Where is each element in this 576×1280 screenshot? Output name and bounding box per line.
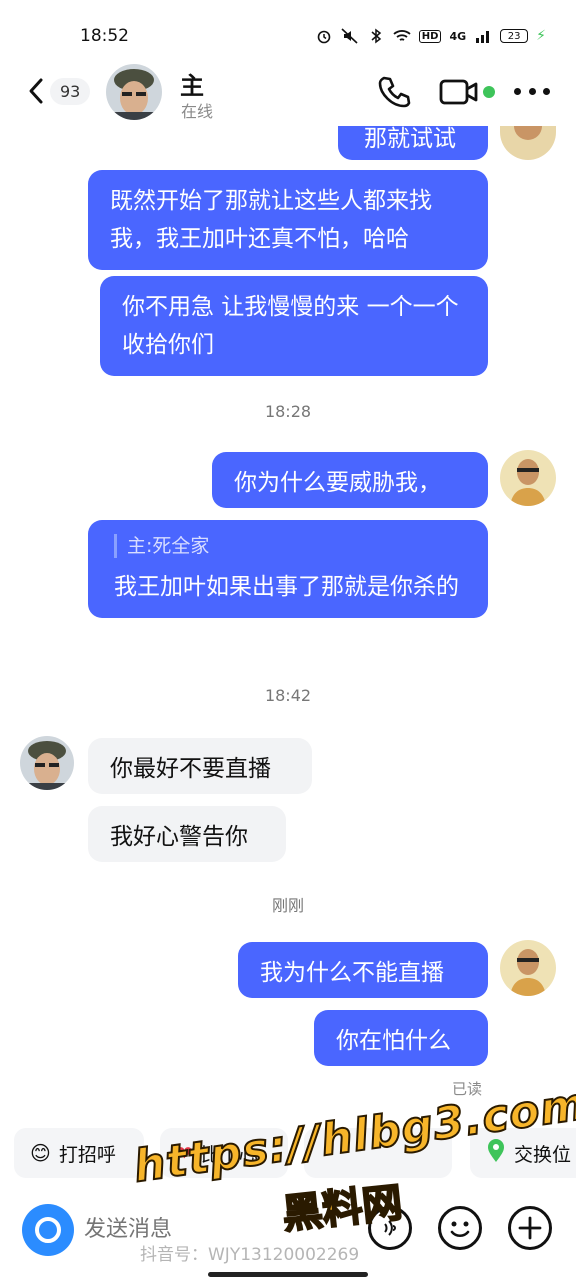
charging-icon: ⚡ (536, 28, 546, 44)
message-bubble-outgoing[interactable]: 既然开始了那就让这些人都来找我，我王加叶还真不怕，哈哈 (88, 170, 488, 270)
my-avatar[interactable] (500, 126, 556, 160)
camera-icon (35, 1217, 61, 1243)
video-call-button[interactable] (439, 76, 479, 108)
bluetooth-icon (367, 27, 385, 45)
my-avatar[interactable] (500, 940, 556, 996)
contact-name: 主 (180, 72, 204, 100)
add-attachment-button[interactable] (508, 1206, 552, 1250)
message-bubble-outgoing[interactable]: 我为什么不能直播 (238, 942, 488, 998)
status-icons: HD 4G 23 ⚡ (315, 26, 546, 46)
message-list[interactable]: 那就试试 既然开始了那就让这些人都来找我，我王加叶还真不怕，哈哈 你不用急 让我… (0, 126, 576, 1126)
alarm-icon (315, 27, 333, 45)
unread-count-badge[interactable]: 93 (50, 78, 91, 105)
dot-icon (514, 88, 521, 95)
quoted-message[interactable]: 主:死全家 (114, 532, 462, 560)
smile-emoji-icon: 😊 (30, 1141, 51, 1165)
status-bar: 18:52 HD 4G 23 ⚡ (0, 0, 576, 62)
home-indicator[interactable] (208, 1272, 368, 1277)
message-bubble-outgoing[interactable]: 你不用急 让我慢慢的来 一个一个收拾你们 (100, 276, 488, 376)
message-bubble-incoming[interactable]: 我好心警告你 (88, 806, 286, 862)
message-bubble-outgoing[interactable]: 那就试试 (338, 126, 488, 160)
online-indicator (483, 86, 495, 98)
timestamp-label: 刚刚 (271, 896, 304, 915)
plus-icon (518, 1216, 542, 1240)
message-bubble-incoming[interactable]: 你最好不要直播 (88, 738, 312, 794)
voice-call-button[interactable] (376, 74, 412, 110)
chevron-left-icon (29, 78, 43, 104)
wifi-icon (393, 27, 411, 45)
battery-icon: 23 (500, 29, 529, 43)
timestamp-label: 18:42 (264, 686, 312, 705)
watermark-account-id: 抖音号：WJY13120002269 (140, 1245, 360, 1265)
status-time: 18:52 (80, 26, 129, 46)
message-bubble-outgoing[interactable]: 主:死全家 我王加叶如果出事了那就是你杀的 (88, 520, 488, 618)
dot-icon (528, 88, 536, 95)
chat-header: 93 主 在线 (0, 62, 576, 126)
message-bubble-outgoing[interactable]: 你在怕什么 (314, 1010, 488, 1066)
quick-reply-chip[interactable]: 😊 打招呼 (14, 1128, 144, 1178)
signal-icon (474, 27, 492, 45)
emoji-button[interactable] (438, 1206, 482, 1250)
contact-status: 在线 (181, 102, 214, 121)
timestamp-label: 18:28 (264, 402, 312, 421)
hd-badge: HD (418, 29, 442, 43)
camera-button[interactable] (22, 1204, 74, 1256)
quote-bar (114, 534, 117, 558)
more-options-button[interactable] (514, 88, 550, 98)
mute-vibrate-icon (341, 27, 359, 45)
my-avatar[interactable] (500, 450, 556, 506)
smiley-icon (450, 1221, 470, 1238)
message-bubble-outgoing[interactable]: 你为什么要威胁我， (212, 452, 488, 508)
phone-icon (378, 76, 411, 108)
contact-avatar[interactable] (20, 736, 74, 790)
video-camera-icon (439, 79, 478, 105)
contact-avatar[interactable] (106, 64, 162, 120)
dot-icon (543, 88, 550, 95)
network-label: 4G (449, 29, 467, 43)
